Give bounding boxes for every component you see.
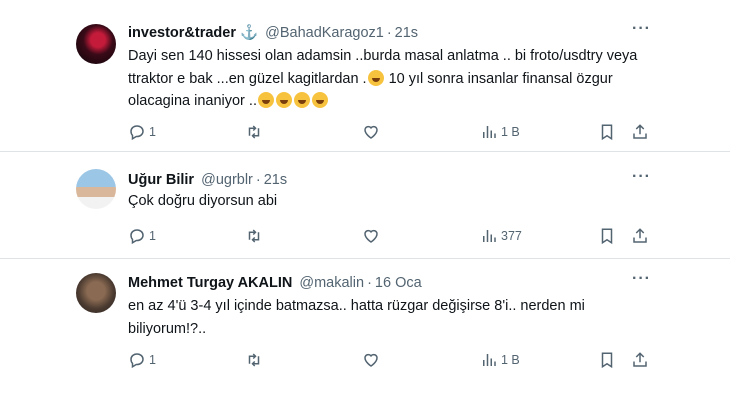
- views-button[interactable]: 1 B: [480, 122, 520, 142]
- reply-count: 1: [149, 125, 156, 139]
- views-icon: [483, 354, 496, 366]
- reply-count: 1: [149, 229, 156, 243]
- action-bar: 1 377: [128, 226, 658, 246]
- share-button[interactable]: [631, 122, 649, 142]
- heart-icon: [364, 125, 378, 139]
- avatar[interactable]: [76, 169, 116, 209]
- more-options-icon[interactable]: ···: [632, 168, 651, 186]
- timestamp[interactable]: 21s: [395, 25, 418, 41]
- retweet-button[interactable]: [245, 226, 263, 246]
- reply-icon: [130, 229, 144, 245]
- retweet-icon: [248, 125, 260, 139]
- rolling-laughing-face-emoji: [293, 92, 310, 108]
- grinning-sweat-face-emoji: [311, 92, 328, 108]
- separator-dot: ·: [367, 275, 372, 291]
- action-bar: 1 1 B: [128, 350, 658, 370]
- heart-icon: [364, 353, 378, 367]
- avatar[interactable]: [76, 24, 116, 64]
- author-name[interactable]: investor&trader: [128, 25, 236, 41]
- like-button[interactable]: [362, 350, 380, 370]
- tweet-text: Çok doğru diyorsun abi: [128, 193, 278, 209]
- views-count: 1 B: [501, 125, 520, 139]
- reply-button[interactable]: 1: [128, 122, 156, 142]
- separator-dot: ·: [255, 172, 261, 188]
- like-button[interactable]: [362, 122, 380, 142]
- author-handle[interactable]: @BahadKaragoz1: [265, 25, 384, 41]
- heart-icon: [364, 229, 378, 243]
- views-count: 377: [501, 229, 522, 243]
- views-count: 1 B: [501, 353, 520, 367]
- avatar[interactable]: [76, 273, 116, 313]
- tweet-1[interactable]: investor&trader ⚓ @BahadKaragoz1 · 21s ···…: [0, 0, 730, 150]
- views-icon: [483, 230, 496, 242]
- share-button[interactable]: [631, 226, 649, 246]
- tweet-text: en az 4'ü 3-4 yıl içinde batmazsa.. hatt…: [128, 298, 585, 337]
- rolling-laughing-face-emoji: [275, 92, 292, 108]
- retweet-button[interactable]: [245, 122, 263, 142]
- share-icon: [633, 124, 647, 139]
- author-name[interactable]: Uğur Bilir: [128, 172, 194, 188]
- reply-count: 1: [149, 353, 156, 367]
- bookmark-button[interactable]: [598, 226, 616, 246]
- views-button[interactable]: 377: [480, 226, 522, 246]
- retweet-icon: [248, 229, 260, 243]
- reply-button[interactable]: 1: [128, 350, 156, 370]
- views-button[interactable]: 1 B: [480, 350, 520, 370]
- retweet-button[interactable]: [245, 350, 263, 370]
- author-name[interactable]: Mehmet Turgay AKALIN: [128, 275, 292, 291]
- share-icon: [633, 228, 647, 243]
- author-handle[interactable]: @makalin: [299, 275, 364, 291]
- like-button[interactable]: [362, 226, 380, 246]
- tweet-2[interactable]: Uğur Bilir @ugrblr · 21s ··· Çok doğru diy…: [0, 152, 730, 257]
- bookmark-button[interactable]: [598, 350, 616, 370]
- timestamp[interactable]: 16 Oca: [375, 275, 422, 291]
- tweet-text: Dayi sen 140 hissesi olan adamsin ..burd…: [128, 45, 668, 113]
- views-icon: [483, 126, 496, 138]
- rolling-laughing-face-emoji: [257, 92, 274, 108]
- bookmark-icon: [601, 228, 613, 245]
- grinning-squinting-face-emoji: [367, 69, 384, 86]
- retweet-icon: [248, 353, 260, 367]
- reply-button[interactable]: 1: [128, 226, 156, 246]
- timestamp[interactable]: 21s: [264, 172, 287, 188]
- separator-dot: ·: [386, 25, 392, 41]
- anchor-icon: ⚓: [240, 25, 259, 41]
- more-options-icon[interactable]: ···: [632, 270, 651, 288]
- reply-icon: [130, 353, 144, 369]
- share-button[interactable]: [631, 350, 649, 370]
- tweet-3[interactable]: Mehmet Turgay AKALIN @makalin · 16 Oca ···…: [0, 259, 730, 420]
- author-handle[interactable]: @ugrblr: [201, 172, 253, 188]
- action-bar: 1 1 B: [128, 122, 658, 142]
- bookmark-button[interactable]: [598, 122, 616, 142]
- more-options-icon[interactable]: ···: [632, 20, 651, 38]
- share-icon: [633, 352, 647, 367]
- reply-icon: [130, 125, 144, 141]
- bookmark-icon: [601, 352, 613, 369]
- bookmark-icon: [601, 124, 613, 141]
